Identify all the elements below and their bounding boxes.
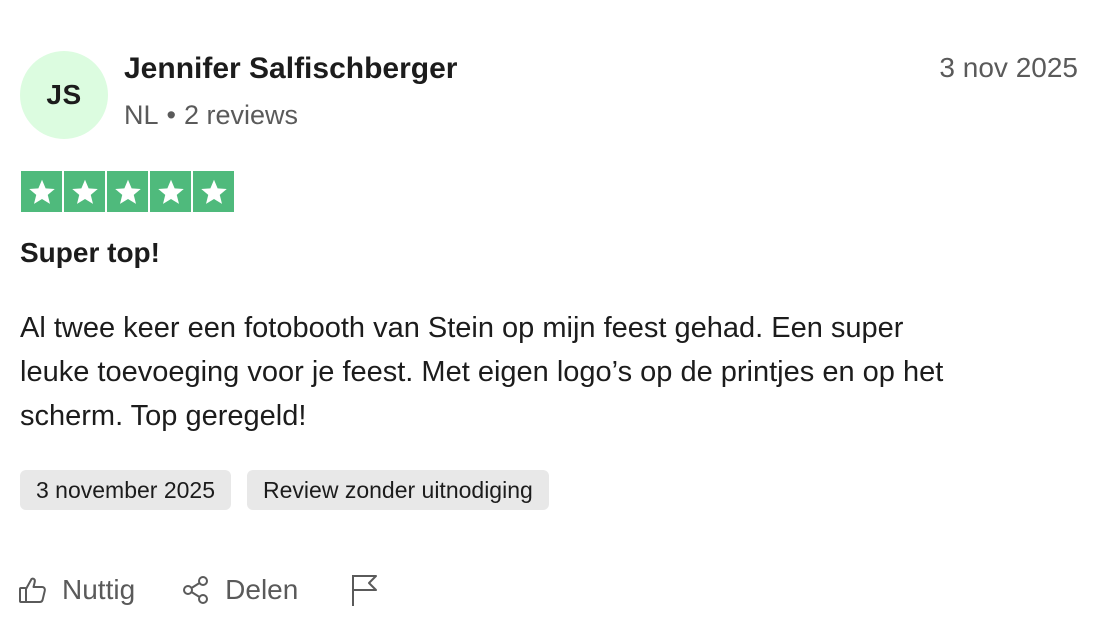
tag-review-source[interactable]: Review zonder uitnodiging <box>247 470 549 510</box>
star-icon <box>150 171 191 212</box>
share-label: Delen <box>225 574 299 605</box>
reviewer-meta: NL • 2 reviews <box>124 100 298 131</box>
tag-experience-date: 3 november 2025 <box>20 470 232 510</box>
star-rating <box>21 171 234 212</box>
review-body: Al twee keer een fotobooth van Stein op … <box>20 312 944 432</box>
star-icon <box>64 171 105 212</box>
star-icon <box>193 171 234 212</box>
reviewer-name[interactable]: Jennifer Salfischberger <box>124 52 457 86</box>
meta-separator: • <box>166 100 176 130</box>
review-card: JS Jennifer Salfischberger NL • 2 review… <box>0 0 1114 626</box>
thumbs-up-icon <box>19 577 46 603</box>
review-title: Super top! <box>20 237 160 268</box>
reviewer-review-count: 2 reviews <box>183 100 299 130</box>
review-date: 3 nov 2025 <box>939 52 1078 83</box>
useful-button[interactable]: Nuttig <box>18 574 135 606</box>
share-icon <box>183 576 209 604</box>
star-icon <box>107 171 148 212</box>
share-button[interactable]: Delen <box>181 574 298 606</box>
reviewer-country: NL <box>124 100 159 130</box>
review-tags: 3 november 2025 Review zonder uitnodigin… <box>20 470 549 510</box>
report-button[interactable] <box>350 573 380 607</box>
review-actions: Nuttig Delen <box>18 568 380 612</box>
flag-icon <box>352 575 378 606</box>
useful-label: Nuttig <box>62 574 136 605</box>
avatar: JS <box>20 51 108 139</box>
star-icon <box>21 171 62 212</box>
